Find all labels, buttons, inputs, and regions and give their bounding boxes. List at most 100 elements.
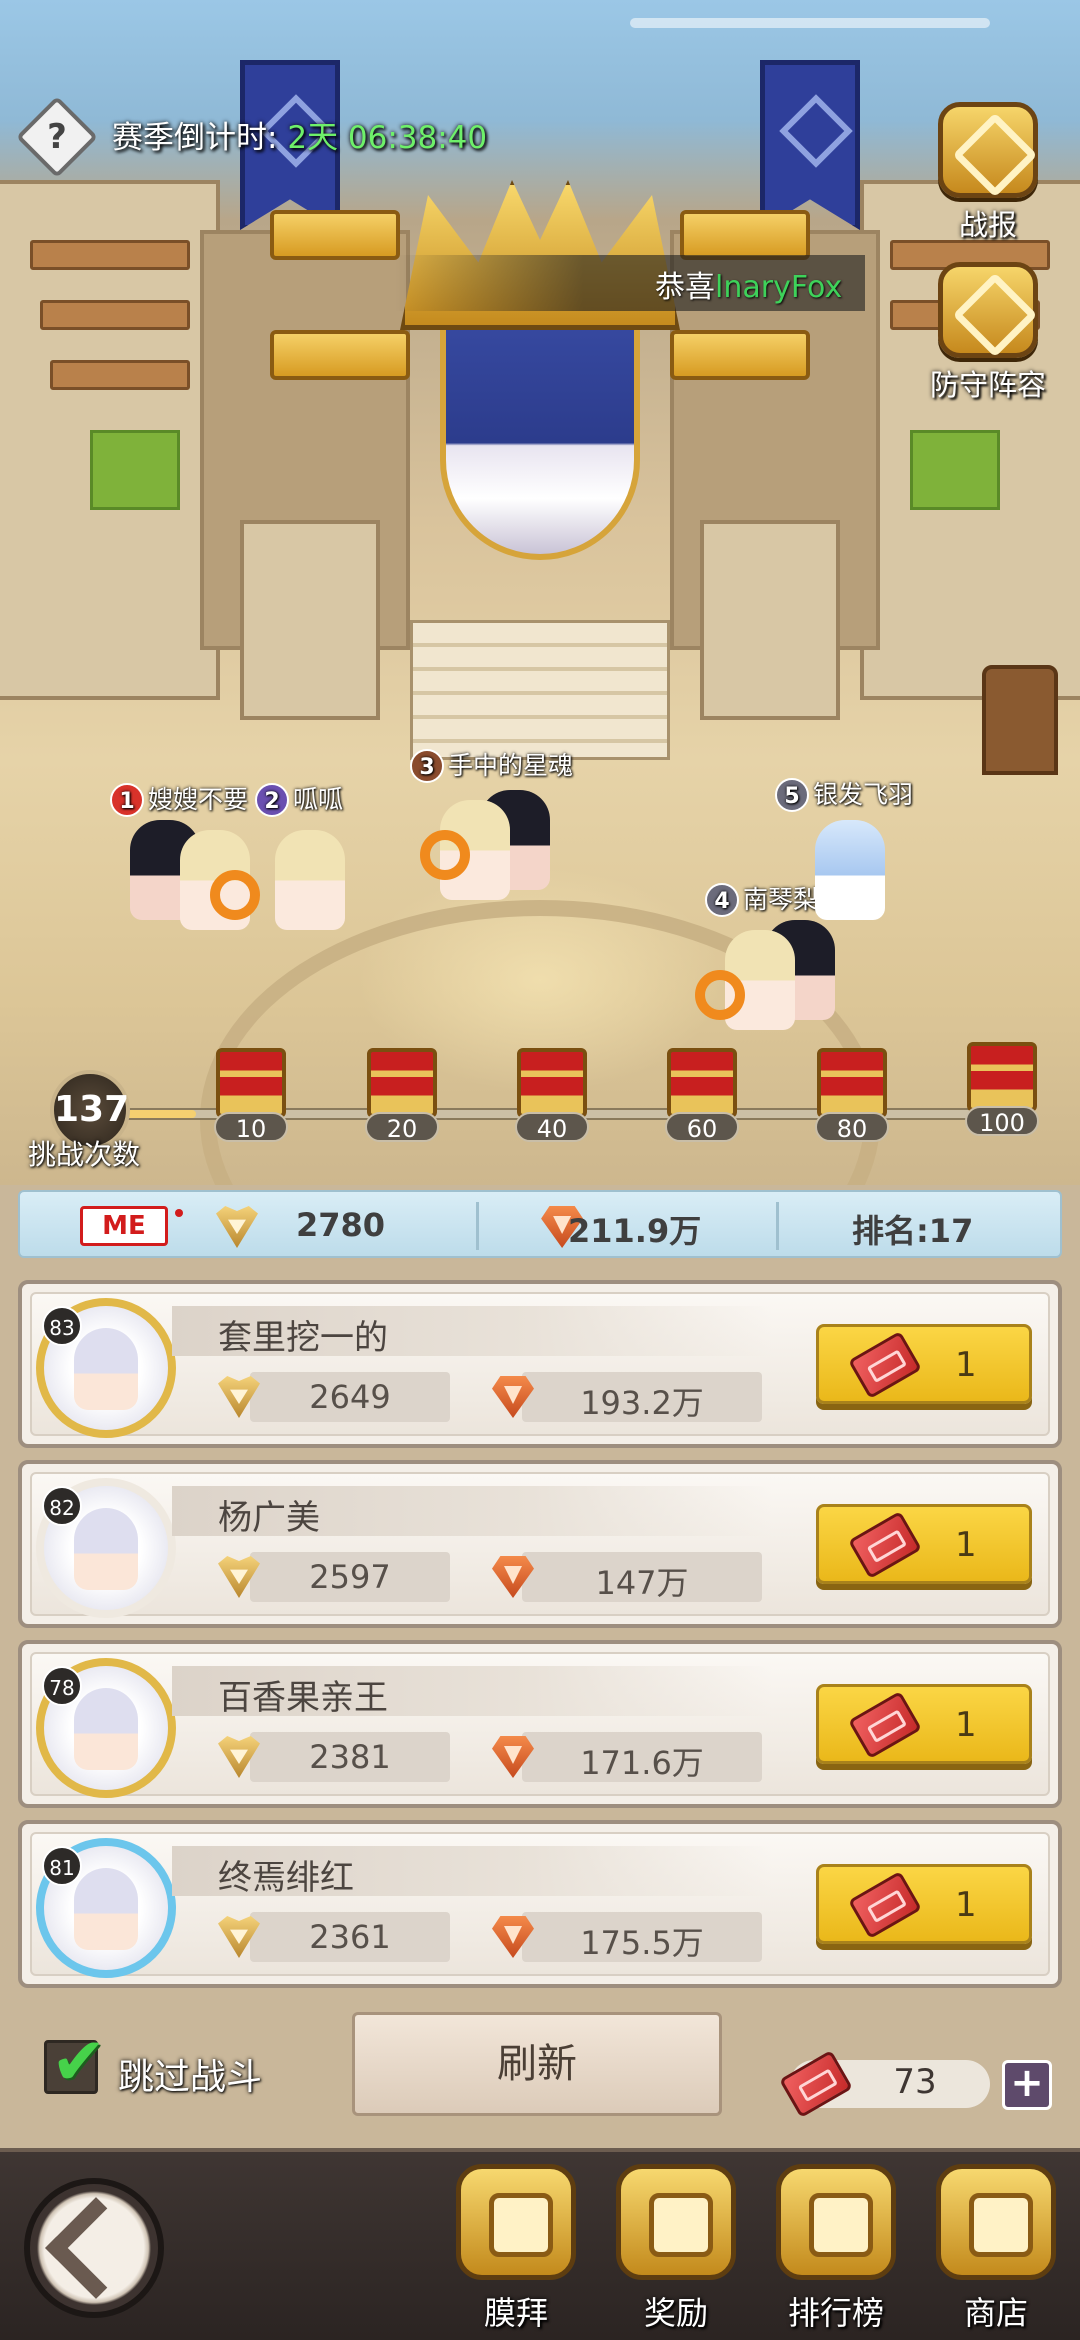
ticket-icon xyxy=(848,1330,922,1400)
nav-shop[interactable]: 商店 xyxy=(926,2164,1066,2336)
opponent-name: 套里挖一的 xyxy=(218,1318,388,1358)
add-ticket-button[interactable]: + xyxy=(1002,2060,1052,2110)
opponent-card: 83 套里挖一的 2649 193.2万 1 xyxy=(18,1280,1062,1448)
opponent-score: 2597 xyxy=(309,1558,391,1596)
opponent-name: 百香果亲王 xyxy=(218,1678,388,1718)
check-icon: ✔ xyxy=(51,2023,107,2100)
chest-icon xyxy=(817,1048,887,1118)
banner xyxy=(760,60,860,230)
float-ring-icon xyxy=(210,870,260,920)
chest-icon xyxy=(517,1048,587,1118)
player-level: 82 xyxy=(42,1486,82,1526)
divider xyxy=(776,1202,779,1250)
player-name: 嫂嫂不要 xyxy=(148,785,249,814)
nav-worship-label: 膜拜 xyxy=(483,2294,548,2332)
challenge-cost: 1 xyxy=(955,1885,977,1925)
planter xyxy=(90,430,180,510)
challenge-count-label: 挑战次数 xyxy=(28,1138,141,1171)
chest-milestone: 10 xyxy=(214,1112,288,1143)
congrats-message: 恭喜lnaryFox xyxy=(655,262,842,306)
crown-icon xyxy=(456,2164,576,2280)
player-name: 南琴梨 xyxy=(743,885,819,914)
pillar xyxy=(240,520,380,720)
reward-chest[interactable]: 10 xyxy=(214,1048,288,1143)
player-level: 81 xyxy=(42,1846,82,1886)
nav-rewards[interactable]: 奖励 xyxy=(606,2164,746,2336)
opponent-score: 2649 xyxy=(309,1378,391,1416)
player-name: 手中的星魂 xyxy=(448,751,574,780)
shield-emblem-icon xyxy=(938,262,1038,358)
rank-number: 3 xyxy=(410,749,444,783)
opponent-card: 82 杨广美 2597 147万 1 xyxy=(18,1460,1062,1628)
challenge-cost: 1 xyxy=(955,1345,977,1385)
defense-lineup-label: 防守阵容 xyxy=(929,368,1046,402)
nav-leaderboard-label: 排行榜 xyxy=(787,2294,884,2332)
defense-lineup-button[interactable]: 防守阵容 xyxy=(928,262,1048,404)
reward-chest[interactable]: 60 xyxy=(665,1048,739,1143)
chest-milestone: 40 xyxy=(515,1112,589,1143)
float-ring-icon xyxy=(695,970,745,1020)
opponent-power: 193.2万 xyxy=(580,1384,704,1422)
player-level: 83 xyxy=(42,1306,82,1346)
rank-number: 4 xyxy=(705,883,739,917)
challenge-button[interactable]: 1 xyxy=(816,1864,1032,1944)
skip-battle-label[interactable]: 跳过战斗 xyxy=(118,2048,262,2100)
arena-score-icon xyxy=(216,1206,258,1248)
opponent-card: 78 百香果亲王 2381 171.6万 1 xyxy=(18,1640,1062,1808)
player-name: 呱呱 xyxy=(293,785,344,814)
bench xyxy=(40,300,190,330)
back-button[interactable] xyxy=(24,2178,164,2318)
status-indicator xyxy=(630,18,990,28)
opponent-power: 171.6万 xyxy=(580,1744,704,1782)
my-power: 211.9万 xyxy=(568,1212,702,1250)
player-tag: 5 银发飞羽 xyxy=(775,775,913,812)
player-tag: 4 南琴梨 xyxy=(705,880,818,917)
ticket-icon xyxy=(848,1870,922,1940)
my-info-bar: ME 2780 211.9万 排名:17 xyxy=(18,1190,1062,1258)
challenge-button[interactable]: 1 xyxy=(816,1324,1032,1404)
throne-arm xyxy=(270,330,410,380)
chest-milestone: 100 xyxy=(965,1106,1039,1137)
challenge-button[interactable]: 1 xyxy=(816,1504,1032,1584)
player-tag: 1 嫂嫂不要 xyxy=(110,780,248,817)
rank-number: 2 xyxy=(255,783,289,817)
ticket-icon xyxy=(848,1690,922,1760)
player-tag: 2 呱呱 xyxy=(255,780,343,817)
battle-report-button[interactable]: 战报 xyxy=(928,102,1048,244)
mystery-chest-icon xyxy=(616,2164,736,2280)
divider xyxy=(476,1202,479,1250)
chest-icon xyxy=(967,1042,1037,1112)
challenge-cost: 1 xyxy=(955,1525,977,1565)
ticket-icon xyxy=(848,1510,922,1580)
opponent-name: 终焉绯红 xyxy=(218,1858,354,1898)
nav-worship[interactable]: 膜拜 xyxy=(446,2164,586,2336)
shop-icon xyxy=(936,2164,1056,2280)
back-arrow-icon xyxy=(45,2197,147,2299)
reward-chest[interactable]: 20 xyxy=(365,1048,439,1143)
reward-chest[interactable]: 80 xyxy=(815,1048,889,1143)
skip-battle-checkbox[interactable]: ✔ xyxy=(44,2029,106,2095)
nav-leaderboard[interactable]: 排行榜 xyxy=(766,2164,906,2336)
help-icon[interactable]: ? xyxy=(15,95,99,179)
chest-milestone: 80 xyxy=(815,1112,889,1143)
reward-chest[interactable]: 100 xyxy=(965,1042,1039,1137)
chest-icon xyxy=(216,1048,286,1118)
chest-milestone: 20 xyxy=(365,1112,439,1143)
player-tag: 3 手中的星魂 xyxy=(410,746,573,783)
opponent-score: 2381 xyxy=(309,1738,391,1776)
player-name: 银发飞羽 xyxy=(813,780,914,809)
reward-chest[interactable]: 40 xyxy=(515,1048,589,1143)
challenge-button[interactable]: 1 xyxy=(816,1684,1032,1764)
chest-icon xyxy=(367,1048,437,1118)
float-ring-icon xyxy=(420,830,470,880)
season-countdown-time: 2天 06:38:40 xyxy=(287,120,488,156)
refresh-button[interactable]: 刷新 xyxy=(352,2012,722,2116)
battle-report-label: 战报 xyxy=(958,208,1017,242)
pillar xyxy=(700,520,840,720)
chest-icon xyxy=(667,1048,737,1118)
player-level: 78 xyxy=(42,1666,82,1706)
planter xyxy=(910,430,1000,510)
chest-milestone: 60 xyxy=(665,1112,739,1143)
rank-number: 5 xyxy=(775,778,809,812)
opponent-name: 杨广美 xyxy=(218,1498,320,1538)
